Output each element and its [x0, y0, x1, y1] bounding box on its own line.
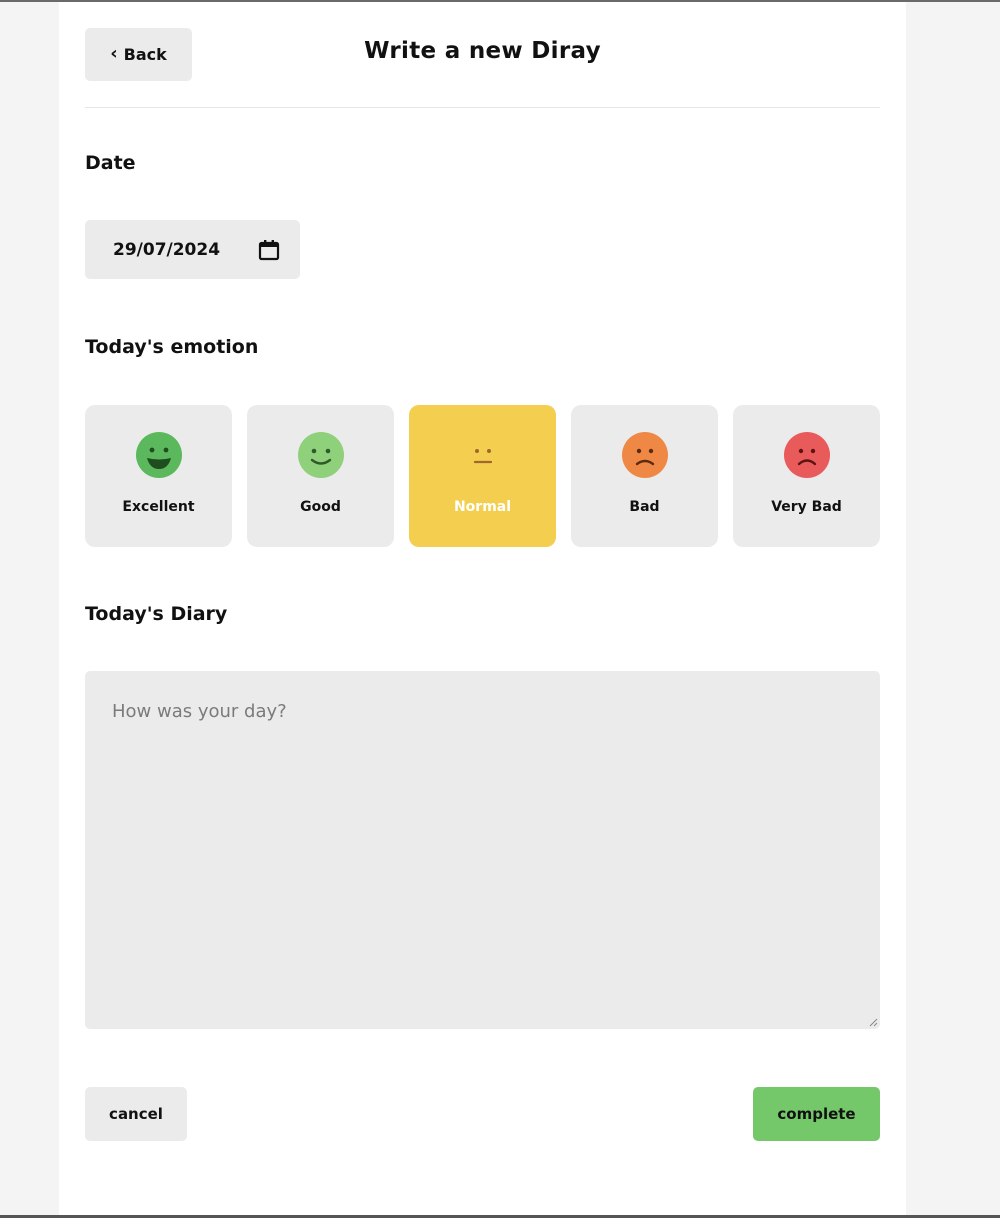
- emotion-label-normal: Normal: [453, 499, 512, 515]
- header-divider: [85, 107, 880, 108]
- excellent-face-icon: [135, 432, 182, 478]
- emotion-label-very-bad: Very Bad: [771, 499, 842, 515]
- chevron-left-icon: ‹: [110, 42, 118, 64]
- back-button-label: Back: [123, 45, 167, 64]
- date-value: 29/07/2024: [113, 239, 221, 260]
- back-button[interactable]: ‹ Back: [85, 28, 192, 81]
- emotion-label-good: Good: [300, 499, 341, 515]
- diary-placeholder: How was your day?: [112, 701, 287, 722]
- date-label: Date: [85, 152, 136, 174]
- diary-textarea[interactable]: How was your day?: [85, 671, 880, 1029]
- complete-button[interactable]: complete: [753, 1087, 880, 1141]
- emotion-options: Excellent Good Normal Bad Very Bad: [85, 405, 880, 547]
- cancel-button[interactable]: cancel: [85, 1087, 187, 1141]
- emotion-label-excellent: Excellent: [122, 499, 195, 515]
- emotion-label-bad: Bad: [629, 499, 660, 515]
- bad-face-icon: [621, 432, 668, 478]
- diary-form-page: ‹ Back Write a new Diray Date 29/07/2024…: [59, 2, 906, 1215]
- calendar-icon[interactable]: [258, 239, 280, 261]
- resize-handle-icon[interactable]: [868, 1017, 878, 1027]
- emotion-option-very-bad[interactable]: Very Bad: [733, 405, 880, 547]
- emotion-option-normal[interactable]: Normal: [409, 405, 556, 547]
- normal-face-icon: [459, 432, 506, 478]
- very-bad-face-icon: [783, 432, 830, 478]
- diary-label: Today's Diary: [85, 603, 228, 625]
- emotion-option-excellent[interactable]: Excellent: [85, 405, 232, 547]
- emotion-option-bad[interactable]: Bad: [571, 405, 718, 547]
- emotion-option-good[interactable]: Good: [247, 405, 394, 547]
- date-input[interactable]: 29/07/2024: [85, 220, 300, 279]
- good-face-icon: [297, 432, 344, 478]
- emotion-label: Today's emotion: [85, 336, 259, 358]
- page-title: Write a new Diray: [364, 38, 601, 64]
